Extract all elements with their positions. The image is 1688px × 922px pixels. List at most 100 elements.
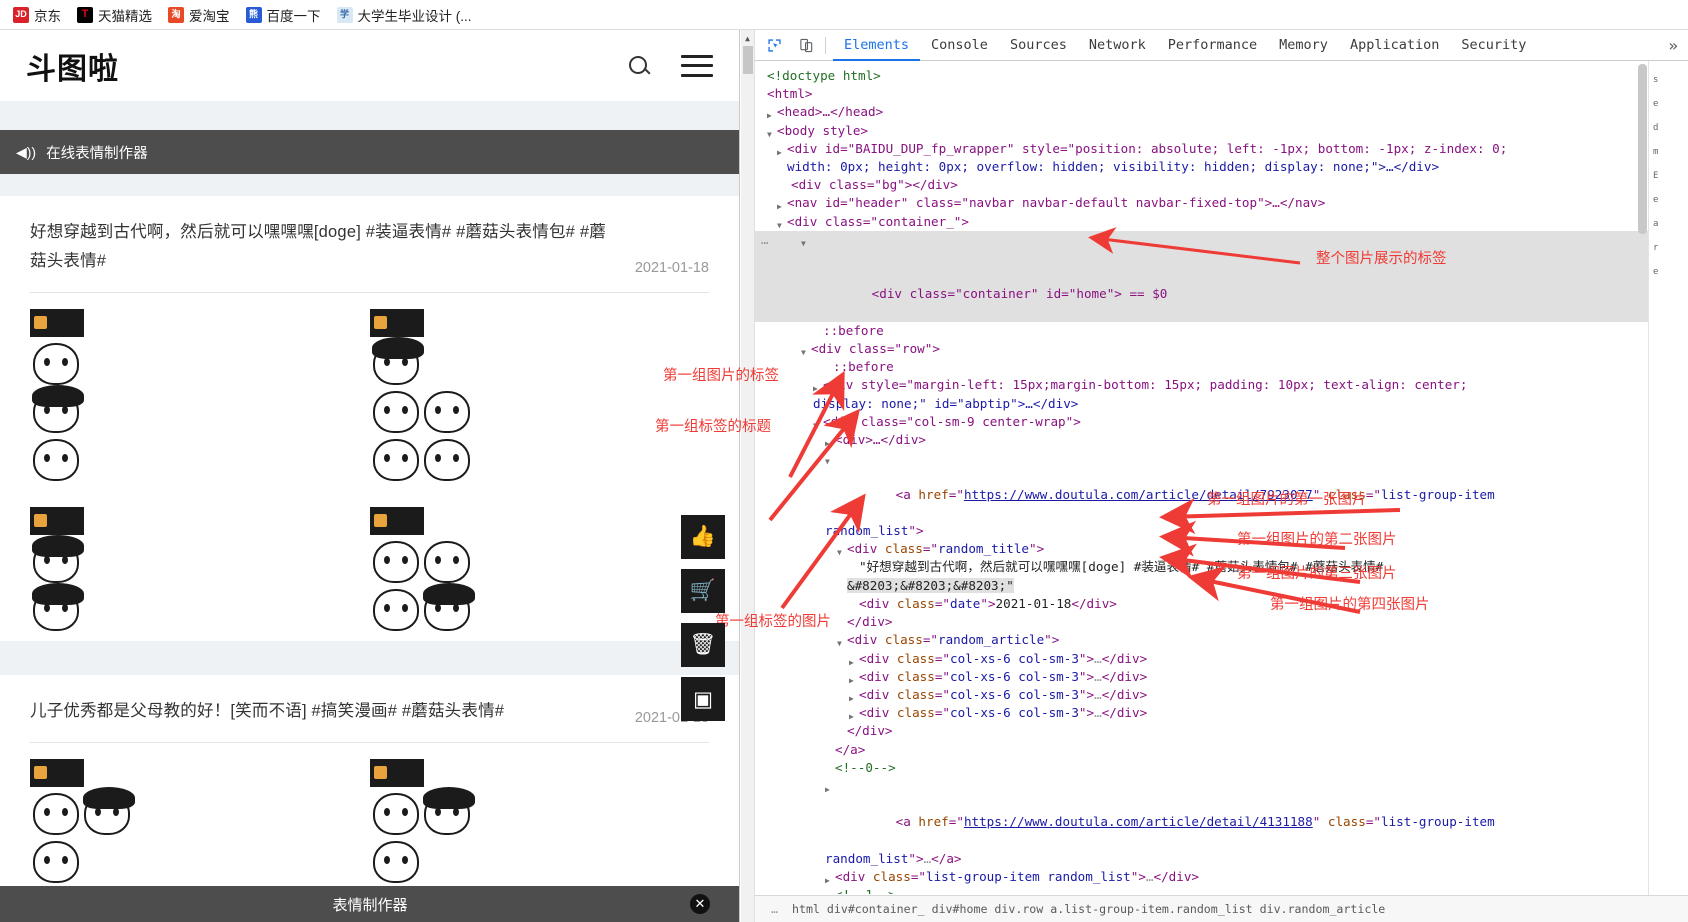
thumbnail-6[interactable] <box>200 507 370 631</box>
speaker-icon: ◀)) <box>16 143 37 160</box>
bookmark-jingdong[interactable]: JD 京东 <box>6 3 68 27</box>
thumbnail-2[interactable] <box>200 759 370 883</box>
thumbnail-3[interactable] <box>369 308 540 481</box>
dom-line[interactable]: ▼ <div class="random_article"> <box>755 631 1648 649</box>
dom-line[interactable]: ▼ <div class="row"> <box>755 340 1648 358</box>
tab-network[interactable]: Network <box>1078 30 1157 61</box>
article-item[interactable]: 儿子优秀都是父母教的好！[笑而不语] #搞笑漫画# #蘑菇头表情# 2021-0… <box>0 674 739 893</box>
bookmark-thesis[interactable]: 学 大学生毕业设计 (... <box>330 3 479 27</box>
qrcode-button[interactable]: ▣ <box>681 677 725 721</box>
site-logo[interactable]: 斗图啦 <box>26 44 119 88</box>
bookmark-label: 天猫精选 <box>98 8 152 24</box>
rail-letter: e <box>1653 195 1659 205</box>
inspect-element-icon[interactable] <box>761 33 787 57</box>
tab-sources[interactable]: Sources <box>999 30 1078 61</box>
close-circle-icon[interactable]: ✕ <box>690 894 710 914</box>
header-actions <box>627 54 713 78</box>
bookmark-baidu[interactable]: 熊 百度一下 <box>239 3 328 27</box>
promo-label: 在线表情制作器 <box>46 145 148 162</box>
dom-line: random_list">…</a> <box>825 850 962 866</box>
anno-group1-img2: 第一组图片的第二张图片 <box>1237 532 1397 548</box>
elements-dom-tree[interactable]: <!doctype html> <html> ▶ <head>…</head> ▼… <box>755 61 1648 894</box>
dom-line[interactable]: ▶ <div id="BAIDU_DUP_fp_wrapper" style="p… <box>755 140 1648 158</box>
rail-letter: m <box>1653 147 1659 157</box>
thumbnail-4[interactable] <box>539 759 709 883</box>
thesis-icon: 学 <box>336 6 353 23</box>
dom-line: width: 0px; height: 0px; overflow: hidde… <box>787 159 1440 175</box>
dom-line-selected[interactable]: … ▼ <div class="container" id="home"> ==… <box>755 230 1648 322</box>
devtools-left-scroll[interactable]: ▲ <box>741 30 755 922</box>
tab-security[interactable]: Security <box>1450 30 1537 61</box>
rail-letter: a <box>1653 219 1659 229</box>
thumbs-up-button[interactable]: 👍 <box>681 515 725 559</box>
anno-group1-img1: 第一组图片的第一张图片 <box>1207 492 1367 508</box>
dom-link[interactable]: https://www.doutula.com/article/detail/4… <box>964 814 1313 829</box>
dom-line[interactable]: ::before <box>755 322 1648 340</box>
toolbar-divider <box>825 36 826 54</box>
bookmark-tmall[interactable]: 天猫精选 <box>70 3 159 27</box>
anno-group1-img3: 第一组图片的第三张图片 <box>1237 566 1397 582</box>
dom-line[interactable]: ▼ <body style> <box>755 122 1648 140</box>
thumbnail-1[interactable] <box>30 308 200 481</box>
dom-line: <!--1--> <box>755 886 1648 894</box>
trash-button[interactable]: 🗑 <box>681 623 725 667</box>
tmall-icon <box>77 6 93 23</box>
scroll-up-arrow[interactable]: ▲ <box>741 34 754 43</box>
dom-line[interactable]: ▼ <div class="col-sm-9 center-wrap"> <box>755 413 1648 431</box>
bookmark-label: 京东 <box>34 8 61 24</box>
dom-line[interactable]: ▶ <div style="margin-left: 15px;margin-bo… <box>755 376 1648 394</box>
dom-line-link[interactable]: ▼ <a href="https://www.doutula.com/artic… <box>755 449 1648 522</box>
thumbnail-4[interactable] <box>539 309 709 481</box>
more-tabs-icon[interactable]: » <box>1658 36 1688 55</box>
search-icon[interactable] <box>627 54 651 78</box>
dom-line-link[interactable]: ▶ <a href="https://www.doutula.com/artic… <box>755 777 1648 850</box>
browser-window: JD 京东 天猫精选 淘 爱淘宝 熊 百度一下 学 大学生毕业设计 (... 斗… <box>0 0 1688 922</box>
dom-line[interactable]: ::before <box>755 358 1648 376</box>
rail-letter: d <box>1653 123 1659 133</box>
dom-line[interactable]: <div class="date">2021-01-18</div> <box>755 595 1648 613</box>
dom-line[interactable]: ▶ <nav id="header" class="navbar navbar-d… <box>755 194 1648 212</box>
devtools-scrollbar-thumb[interactable] <box>1638 64 1647 234</box>
dom-line[interactable]: ▼ <div class="container_"> <box>755 213 1648 231</box>
header-spacer <box>0 101 739 130</box>
devtools-tabbar: Elements Console Sources Network Perform… <box>755 30 1688 61</box>
article-item[interactable]: 好想穿越到古代啊，然后就可以嘿嘿嘿[doge] #装逼表情# #蘑菇头表情包# … <box>0 196 739 641</box>
dom-line[interactable]: ▶ <div>…</div> <box>755 431 1648 449</box>
dom-line-img1[interactable]: ▶ <div class="col-xs-6 col-sm-3">…</div> <box>755 650 1648 668</box>
thumbnail-5[interactable] <box>30 506 200 631</box>
dom-line[interactable]: <html> <box>755 85 1648 103</box>
dom-line[interactable]: <!doctype html> <box>755 67 1648 85</box>
thumbnail-1[interactable] <box>30 758 200 883</box>
tab-console[interactable]: Console <box>920 30 999 61</box>
tab-elements[interactable]: Elements <box>833 30 920 61</box>
article-title-row: 儿子优秀都是父母教的好！[笑而不语] #搞笑漫画# #蘑菇头表情# 2021-0… <box>30 697 709 726</box>
tab-performance[interactable]: Performance <box>1157 30 1268 61</box>
hamburger-menu-icon[interactable] <box>681 54 713 77</box>
anno-group1-title: 第一组标签的标题 <box>655 419 771 435</box>
scrollbar-thumb[interactable] <box>742 46 753 74</box>
cart-button[interactable]: 🛒 <box>681 569 725 613</box>
promo-spacer <box>0 174 739 196</box>
tab-application[interactable]: Application <box>1339 30 1450 61</box>
dom-text-node: "好想穿越到古代啊，然后就可以嘿嘿嘿[doge] #装逼表情# #蘑菇头表情包#… <box>859 559 1384 575</box>
dom-line-img3[interactable]: ▶ <div class="col-xs-6 col-sm-3">…</div> <box>755 686 1648 704</box>
device-toolbar-icon[interactable] <box>793 33 819 57</box>
dom-breadcrumb[interactable]: … html div#container_ div#home div.row a… <box>755 895 1688 922</box>
rail-letter: r <box>1653 243 1659 253</box>
bookmark-taobao[interactable]: 淘 爱淘宝 <box>161 3 237 27</box>
tab-memory[interactable]: Memory <box>1268 30 1339 61</box>
dom-line-img4[interactable]: ▶ <div class="col-xs-6 col-sm-3">…</div> <box>755 704 1648 722</box>
dom-line-img2[interactable]: ▶ <div class="col-xs-6 col-sm-3">…</div> <box>755 668 1648 686</box>
thumbnail-2[interactable] <box>200 309 370 481</box>
thumbnail-3[interactable] <box>369 758 540 883</box>
dom-line[interactable]: ▶ <head>…</head> <box>755 103 1648 121</box>
dom-line[interactable]: <div class="bg"></div> <box>755 176 1648 194</box>
breadcrumb-overflow-icon[interactable]: … <box>771 902 778 916</box>
devtools-panel: ▲ Elements Console Sources Network Perfo… <box>741 30 1688 922</box>
thumbnail-7[interactable] <box>369 506 540 631</box>
promo-banner[interactable]: ◀)) 在线表情制作器 <box>0 130 739 174</box>
bottom-ad-bar[interactable]: 表情制作器 ✕ <box>0 886 739 922</box>
dom-line[interactable]: ▼ <div class="random_title"> <box>755 540 1648 558</box>
dom-line[interactable]: ▶ <div class="list-group-item random_list… <box>755 868 1648 886</box>
bookmark-label: 百度一下 <box>266 8 321 24</box>
